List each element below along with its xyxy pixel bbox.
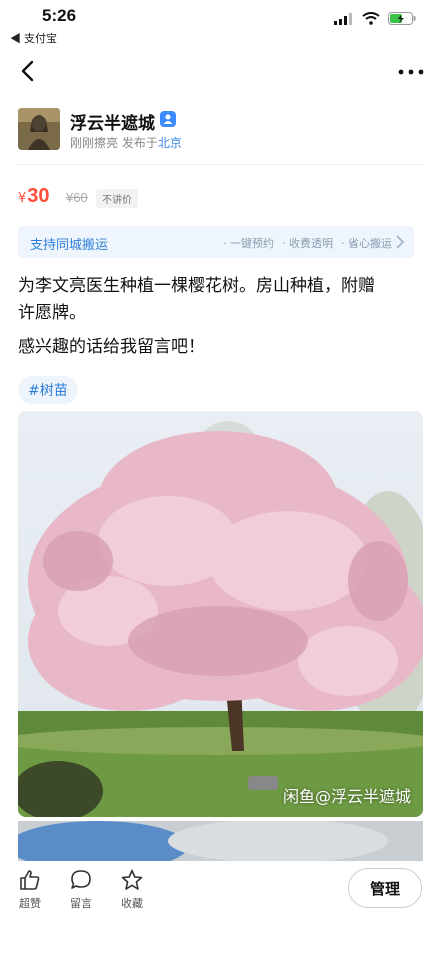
favorite-button[interactable]: 收藏 — [112, 868, 152, 911]
moving-service-banner[interactable]: 支持同城搬运 · 一键预约 · 收费透明 · 省心搬运 — [18, 226, 414, 258]
divider — [18, 164, 422, 165]
description-line: 许愿牌。 — [18, 303, 86, 323]
comment-button[interactable]: 留言 — [61, 868, 101, 911]
avatar[interactable] — [18, 108, 60, 150]
price: ¥ 30 — [18, 185, 50, 208]
banner-feature: · 收费透明 — [282, 237, 333, 250]
back-to-app-link[interactable]: ◀ 支付宝 — [10, 30, 57, 46]
no-bargain-badge: 不讲价 — [96, 189, 138, 208]
price-value: 30 — [27, 185, 50, 207]
currency-symbol: ¥ — [18, 191, 27, 206]
banner-title: 支持同城搬运 — [30, 238, 109, 253]
like-button[interactable]: 超赞 — [10, 868, 50, 911]
chevron-right-icon — [396, 235, 404, 249]
banner-feature: · 一键预约 — [223, 237, 274, 250]
city-link[interactable]: 北京 — [158, 136, 182, 150]
comment-label: 留言 — [70, 897, 92, 910]
like-label: 超赞 — [19, 897, 41, 910]
status-icons — [334, 12, 416, 25]
seller-name[interactable]: 浮云半遮城 — [70, 109, 155, 134]
status-time: 5:26 — [42, 6, 77, 25]
banner-feature: · 省心搬运 — [341, 237, 392, 250]
product-photo[interactable]: 闲鱼@浮云半遮城 — [18, 411, 423, 817]
wifi-icon — [362, 12, 380, 25]
back-arrow-icon[interactable] — [14, 56, 44, 86]
more-icon[interactable] — [396, 60, 426, 84]
product-photo[interactable] — [18, 821, 423, 861]
description-line: 感兴趣的话给我留言吧！ — [18, 337, 205, 357]
original-price: ¥60 — [66, 190, 88, 205]
star-icon — [121, 869, 143, 890]
photo-watermark: 闲鱼@浮云半遮城 — [282, 787, 411, 806]
thumbs-up-icon — [20, 870, 40, 890]
favorite-label: 收藏 — [121, 897, 143, 910]
signal-icon — [334, 12, 352, 25]
bottom-action-bar: 超赞 留言 收藏 管理 — [0, 862, 440, 953]
topic-tag[interactable]: #树苗 — [18, 376, 78, 404]
comment-icon — [71, 870, 91, 889]
verified-badge-icon — [160, 111, 176, 127]
description-line: 为李文亮医生种植一棵樱花树。房山种植，附赠 — [18, 276, 375, 296]
published-label: 发布于 — [121, 136, 158, 150]
manage-button[interactable]: 管理 — [348, 868, 422, 908]
banner-features: · 一键预约 · 收费透明 · 省心搬运 — [223, 235, 392, 251]
refresh-time: 刚刚擦亮 — [70, 136, 119, 150]
post-meta: 刚刚擦亮 发布于北京 — [70, 134, 182, 151]
battery-icon — [388, 12, 416, 25]
